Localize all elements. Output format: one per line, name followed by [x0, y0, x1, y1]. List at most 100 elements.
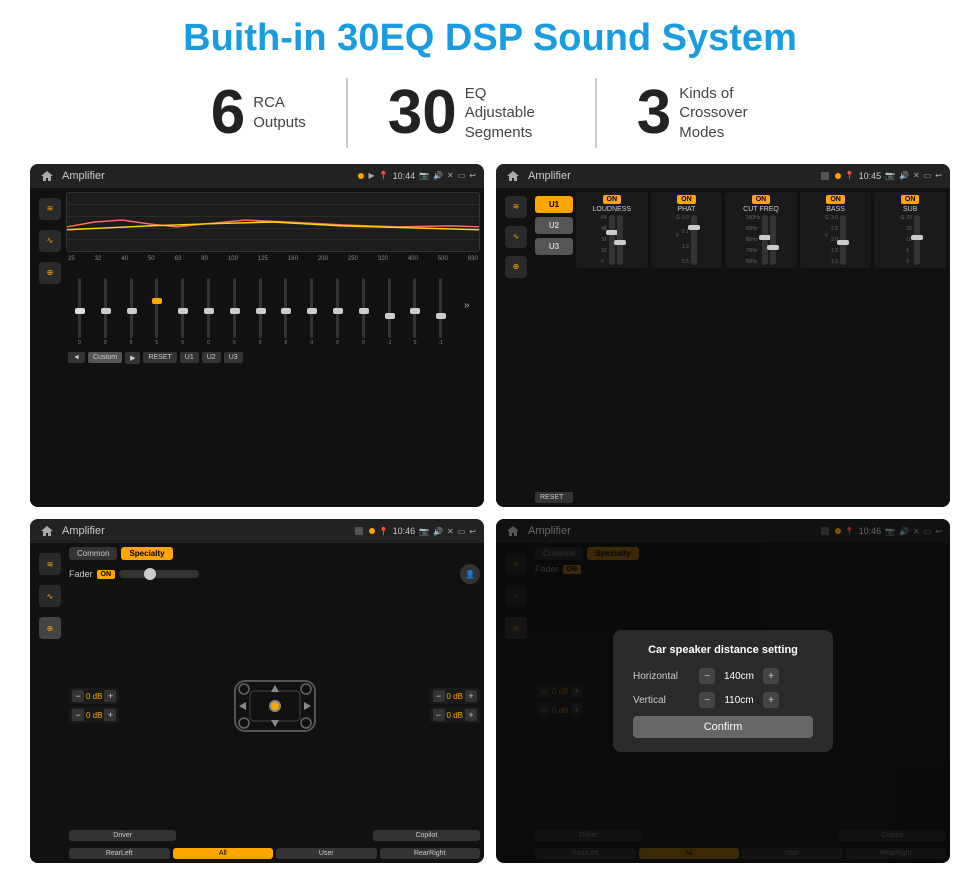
- fader-sidebar-eq-icon[interactable]: ≋: [39, 553, 61, 575]
- eq-slider-7[interactable]: 0: [249, 266, 272, 346]
- eq-prev-btn[interactable]: ◄: [68, 352, 85, 363]
- stat-crossover: 3 Kinds of Crossover Modes: [597, 82, 809, 144]
- fl-minus[interactable]: −: [72, 690, 84, 702]
- preset-u2-btn[interactable]: U2: [535, 217, 573, 234]
- eq-slider-1[interactable]: 0: [94, 266, 117, 346]
- cross-sidebar-surround-icon[interactable]: ⊕: [505, 256, 527, 278]
- eq-sidebar-wave-icon[interactable]: ∿: [39, 230, 61, 252]
- eq-slider-2[interactable]: 0: [120, 266, 143, 346]
- vertical-plus-btn[interactable]: +: [763, 692, 779, 708]
- fader-vol-icon: 🔊: [433, 527, 443, 536]
- eq-more-icon[interactable]: »: [455, 266, 478, 346]
- eq-slider-5[interactable]: 0: [197, 266, 220, 346]
- eq-sidebar-surround-icon[interactable]: ⊕: [39, 262, 61, 284]
- eq-status-dot: [358, 173, 364, 179]
- fader-sidebar-surround-icon[interactable]: ⊕: [39, 617, 61, 639]
- eq-slider-6[interactable]: 0: [223, 266, 246, 346]
- phat-on[interactable]: ON: [677, 195, 696, 204]
- rearleft-btn[interactable]: RearLeft: [69, 848, 170, 859]
- dialog-horizontal-label: Horizontal: [633, 671, 693, 682]
- eq-slider-14[interactable]: -1: [429, 266, 452, 346]
- cross-sidebar-wave-icon[interactable]: ∿: [505, 226, 527, 248]
- eq-status-icons: ▶ 📍 10:44 📷 🔊 ✕ ▭ ↩: [358, 171, 476, 181]
- fader-back-icon[interactable]: ↩: [469, 527, 476, 536]
- freq-100: 100: [228, 256, 238, 262]
- horizontal-plus-btn[interactable]: +: [763, 668, 779, 684]
- loudness-name: LOUDNESS: [593, 206, 632, 213]
- eq-sidebar: ≋ ∿ ⊕: [34, 192, 66, 504]
- eq-slider-10[interactable]: 0: [326, 266, 349, 346]
- fader-time: 10:46: [393, 526, 416, 536]
- fr-plus[interactable]: +: [465, 690, 477, 702]
- bass-slider[interactable]: [840, 215, 846, 265]
- fr-minus[interactable]: −: [433, 690, 445, 702]
- cutfreq-slider1[interactable]: [762, 215, 768, 265]
- eq-slider-13[interactable]: 0: [404, 266, 427, 346]
- horizontal-minus-btn[interactable]: −: [699, 668, 715, 684]
- confirm-button[interactable]: Confirm: [633, 716, 813, 738]
- cutfreq-on[interactable]: ON: [752, 195, 771, 204]
- sub-on[interactable]: ON: [901, 195, 920, 204]
- vertical-minus-btn[interactable]: −: [699, 692, 715, 708]
- fl-plus[interactable]: +: [104, 690, 116, 702]
- bass-on[interactable]: ON: [826, 195, 845, 204]
- fader-pin-icon: 📍: [379, 527, 389, 536]
- rr-plus[interactable]: +: [465, 709, 477, 721]
- cross-channel-row: ON LOUDNESS 644832160: [576, 192, 946, 268]
- eq-u3-btn[interactable]: U3: [224, 352, 243, 363]
- eq-slider-11[interactable]: 0: [352, 266, 375, 346]
- driver-btn[interactable]: Driver: [69, 830, 176, 841]
- preset-u3-btn[interactable]: U3: [535, 238, 573, 255]
- eq-u2-btn[interactable]: U2: [202, 352, 221, 363]
- crossover-home-icon[interactable]: [504, 167, 522, 185]
- crossover-back-icon[interactable]: ↩: [935, 171, 942, 180]
- sub-label-g: G: [900, 215, 904, 265]
- rr-minus[interactable]: −: [433, 709, 445, 721]
- cross-sidebar-eq-icon[interactable]: ≋: [505, 196, 527, 218]
- fader-home-icon[interactable]: [38, 522, 56, 540]
- fader-sidebar-wave-icon[interactable]: ∿: [39, 585, 61, 607]
- crossover-presets: U1 U2 U3 RESET: [535, 192, 573, 504]
- preset-u1-btn[interactable]: U1: [535, 196, 573, 213]
- cutfreq-slider2[interactable]: [770, 215, 776, 265]
- eq-slider-4[interactable]: 0: [171, 266, 194, 346]
- cutfreq-labels: 100Hz90Hz80Hz70Hz60Hz: [746, 215, 760, 265]
- tab-specialty[interactable]: Specialty: [121, 547, 172, 560]
- rl-minus[interactable]: −: [72, 709, 84, 721]
- loudness-slider2[interactable]: [617, 215, 623, 265]
- eq-slider-0[interactable]: 0: [68, 266, 91, 346]
- eq-slider-8[interactable]: 0: [275, 266, 298, 346]
- fader-bottom-btns: Driver Copilot: [69, 830, 480, 841]
- eq-graph: [66, 192, 480, 252]
- eq-slider-3[interactable]: 5: [145, 266, 168, 346]
- fl-value: 0 dB: [86, 692, 102, 701]
- dialog-vertical-label: Vertical: [633, 695, 693, 706]
- eq-reset-btn[interactable]: RESET: [143, 352, 176, 363]
- fader-screen-card: Amplifier 📍 10:46 📷 🔊 ✕ ▭ ↩ ≋ ∿ ⊕: [30, 519, 484, 863]
- sub-slider[interactable]: [914, 215, 920, 265]
- rl-ch-ctrl: − 0 dB +: [69, 707, 119, 723]
- eq-play-btn[interactable]: ▶: [125, 352, 140, 364]
- eq-slider-12[interactable]: -1: [378, 266, 401, 346]
- tab-common[interactable]: Common: [69, 547, 117, 560]
- eq-back-icon[interactable]: ↩: [469, 171, 476, 180]
- eq-sidebar-eq-icon[interactable]: ≋: [39, 198, 61, 220]
- fl-ch-ctrl: − 0 dB +: [69, 688, 119, 704]
- eq-slider-9[interactable]: 0: [300, 266, 323, 346]
- fader-h-slider[interactable]: [119, 570, 199, 578]
- fader-profile-icon[interactable]: 👤: [460, 564, 480, 584]
- fader-on-badge[interactable]: ON: [97, 570, 116, 579]
- rearright-btn[interactable]: RearRight: [380, 848, 481, 859]
- cross-reset-btn[interactable]: RESET: [535, 492, 573, 503]
- rl-plus[interactable]: +: [104, 709, 116, 721]
- eq-u1-btn[interactable]: U1: [180, 352, 199, 363]
- all-btn[interactable]: All: [173, 848, 274, 859]
- rr-ch-ctrl: − 0 dB +: [430, 707, 480, 723]
- home-icon[interactable]: [38, 167, 56, 185]
- eq-custom-btn[interactable]: Custom: [88, 352, 122, 363]
- phat-slider[interactable]: [691, 215, 697, 265]
- loudness-on[interactable]: ON: [603, 195, 622, 204]
- copilot-btn[interactable]: Copilot: [373, 830, 480, 841]
- user-btn[interactable]: User: [276, 848, 377, 859]
- speaker-diagram: [125, 588, 423, 823]
